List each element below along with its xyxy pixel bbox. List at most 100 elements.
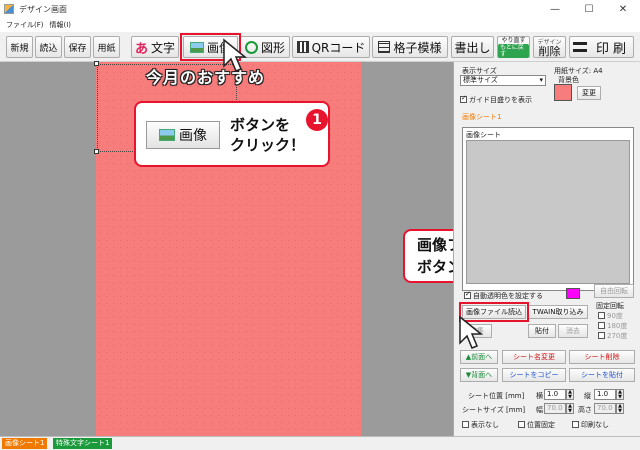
new-button[interactable]: 新規 bbox=[6, 36, 33, 58]
pos-x-spinner[interactable]: ▲ ▼ bbox=[566, 389, 574, 400]
send-back-button[interactable]: ▼背面へ bbox=[460, 368, 498, 382]
rotate-180-option[interactable]: 180度 bbox=[598, 321, 627, 331]
fix-position-label: 位置固定 bbox=[527, 421, 555, 429]
sheet-list[interactable]: 画像シート bbox=[462, 127, 634, 291]
free-rotate-button[interactable]: 自由回転 bbox=[594, 284, 634, 298]
properties-panel: 表示サイズ 標準サイズ 用紙サイズ: A4 背景色 変更 ガイド目盛りを表示 画… bbox=[453, 62, 640, 436]
window-title: デザイン画面 bbox=[19, 4, 67, 14]
menu-file[interactable]: ファイル(F) bbox=[6, 20, 44, 30]
qr-icon bbox=[296, 41, 309, 53]
erase-button[interactable]: 消去 bbox=[558, 324, 588, 338]
bring-front-button[interactable]: ▲前面へ bbox=[460, 350, 498, 364]
callout-1: 画像 ボタンを クリック！ 1 bbox=[134, 101, 330, 167]
qr-button-label: QRコード bbox=[311, 40, 366, 55]
rotate-180-checkbox[interactable] bbox=[598, 322, 605, 329]
print-icon bbox=[572, 42, 587, 52]
load-button[interactable]: 読込 bbox=[35, 36, 62, 58]
delete-design-button[interactable]: デザイン 削除 bbox=[533, 36, 566, 58]
step-badge-1: 1 bbox=[306, 109, 328, 131]
bg-color-swatch[interactable] bbox=[554, 84, 572, 101]
sheet-size-label: シートサイズ [mm] bbox=[462, 406, 526, 414]
close-button[interactable]: ✕ bbox=[606, 0, 640, 18]
maximize-button[interactable]: ☐ bbox=[572, 0, 606, 18]
height-spinner[interactable]: ▲ ▼ bbox=[616, 403, 624, 414]
paste-sheet-button[interactable]: シートを貼付 bbox=[569, 368, 635, 382]
status-tab-image-sheet[interactable]: 画像シート1 bbox=[2, 438, 48, 449]
hide-checkbox[interactable] bbox=[462, 421, 469, 428]
twain-import-button[interactable]: TWAIN取り込み bbox=[528, 305, 588, 319]
paper-button[interactable]: 用紙 bbox=[93, 36, 120, 58]
pos-y-spinner[interactable]: ▲ ▼ bbox=[616, 389, 624, 400]
width-input[interactable]: 70.0 bbox=[544, 403, 566, 414]
rotate-270-checkbox[interactable] bbox=[598, 332, 605, 339]
sheet-status-bar: 画像シート1 特殊文字シート1 bbox=[0, 436, 640, 450]
sheet-position-label: シート位置 [mm] bbox=[468, 392, 525, 400]
transparent-option[interactable]: 自動透明色を設定する bbox=[464, 290, 543, 301]
resize-handle[interactable] bbox=[94, 61, 99, 66]
window-controls: — ☐ ✕ bbox=[538, 0, 640, 18]
shape-button-label: 図形 bbox=[260, 40, 285, 55]
grid-button[interactable]: 格子模様 bbox=[372, 36, 448, 58]
guide-label: ガイド目盛りを表示 bbox=[469, 96, 532, 104]
mouse-cursor-icon bbox=[223, 38, 248, 72]
delete-design-label: 削除 bbox=[538, 45, 561, 58]
text-button-label: 文字 bbox=[151, 40, 176, 55]
sheet-preview[interactable] bbox=[466, 140, 630, 284]
sheet-tab-label[interactable]: 画像シート1 bbox=[462, 112, 501, 122]
no-print-option[interactable]: 印刷なし bbox=[572, 420, 609, 430]
redo-label: やり直す bbox=[501, 36, 526, 44]
print-button-label: 印刷 bbox=[595, 41, 630, 57]
fix-position-option[interactable]: 位置固定 bbox=[518, 420, 555, 430]
width-spinner[interactable]: ▲ ▼ bbox=[566, 403, 574, 414]
no-print-label: 印刷なし bbox=[581, 421, 609, 429]
toolbar: 新規 読込 保存 用紙 あ 文字 画像 図形 QRコード 格子模様 書出し やり… bbox=[0, 32, 640, 62]
hide-label: 表示なし bbox=[471, 421, 499, 429]
guide-option[interactable]: ガイド目盛りを表示 bbox=[460, 94, 532, 105]
rotate-270-label: 270度 bbox=[607, 332, 628, 340]
text-icon: あ bbox=[134, 41, 148, 57]
pos-x-input[interactable]: 1.0 bbox=[544, 389, 566, 400]
callout-1-text-line1: ボタンを bbox=[230, 116, 291, 134]
hide-option[interactable]: 表示なし bbox=[462, 420, 499, 430]
pos-y-input[interactable]: 1.0 bbox=[594, 389, 616, 400]
print-button[interactable]: 印刷 bbox=[569, 36, 634, 58]
delete-sheet-button[interactable]: シート削除 bbox=[569, 350, 635, 364]
auto-label: 自動 bbox=[473, 292, 487, 300]
change-bg-button[interactable]: 変更 bbox=[577, 86, 601, 100]
grid-icon bbox=[378, 41, 391, 53]
transparent-color-swatch[interactable] bbox=[566, 288, 580, 299]
grid-button-label: 格子模様 bbox=[393, 40, 442, 55]
fix-position-checkbox[interactable] bbox=[518, 421, 525, 428]
display-size-select[interactable]: 標準サイズ bbox=[460, 75, 546, 86]
rotate-180-label: 180度 bbox=[607, 322, 628, 330]
rotate-90-option[interactable]: 90度 bbox=[598, 311, 623, 321]
save-button[interactable]: 保存 bbox=[64, 36, 91, 58]
height-input[interactable]: 70.0 bbox=[594, 403, 616, 414]
image-icon bbox=[159, 129, 175, 141]
rotate-90-checkbox[interactable] bbox=[598, 312, 605, 319]
mouse-cursor-icon bbox=[459, 315, 484, 349]
rotate-270-option[interactable]: 270度 bbox=[598, 331, 627, 341]
no-print-checkbox[interactable] bbox=[572, 421, 579, 428]
paste-button[interactable]: 貼付 bbox=[528, 324, 556, 338]
title-bar: デザイン画面 — ☐ ✕ bbox=[0, 0, 640, 18]
qr-button[interactable]: QRコード bbox=[292, 36, 370, 58]
resize-handle[interactable] bbox=[94, 149, 99, 154]
width-label: 幅 bbox=[536, 406, 543, 414]
menu-bar: ファイル(F) 情報(I) bbox=[0, 18, 640, 32]
pos-y-label: 縦 bbox=[584, 392, 591, 400]
undo-button[interactable]: やり直す もとに戻す bbox=[497, 36, 530, 58]
guide-checkbox[interactable] bbox=[460, 94, 467, 103]
transparent-checkbox[interactable] bbox=[464, 290, 471, 299]
export-button[interactable]: 書出し bbox=[451, 36, 494, 58]
callout-1-image-button: 画像 bbox=[146, 121, 220, 149]
copy-sheet-button[interactable]: シートをコピー bbox=[502, 368, 566, 382]
sheet-list-label: 画像シート bbox=[466, 131, 501, 139]
text-button[interactable]: あ 文字 bbox=[131, 36, 179, 58]
status-tab-special-char-sheet[interactable]: 特殊文字シート1 bbox=[53, 438, 113, 449]
transparent-label: 透明色を設定する bbox=[487, 292, 543, 300]
undo-label: もとに戻す bbox=[498, 43, 529, 58]
menu-info[interactable]: 情報(I) bbox=[50, 20, 72, 30]
rename-sheet-button[interactable]: シート名変更 bbox=[502, 350, 566, 364]
minimize-button[interactable]: — bbox=[538, 0, 572, 18]
